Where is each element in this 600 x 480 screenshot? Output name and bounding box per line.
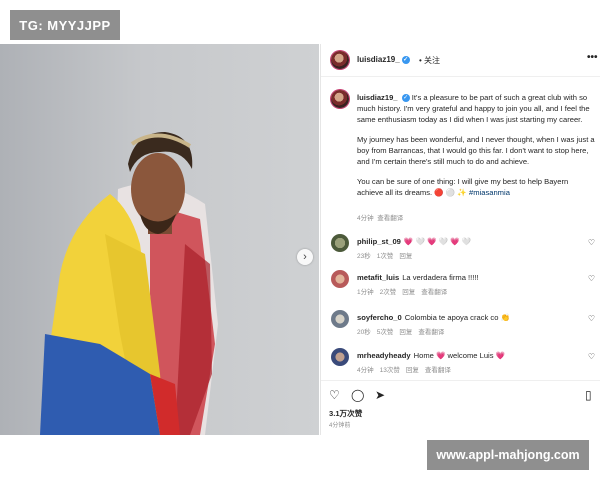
player-with-flag-image <box>40 132 218 435</box>
caption-username[interactable]: luisdiaz19_ <box>357 93 398 102</box>
next-image-button[interactable]: › <box>297 249 313 265</box>
post-caption: luisdiaz19_ ✓ It's a pleasure to be part… <box>357 93 595 197</box>
avatar[interactable] <box>331 51 349 69</box>
like-comment-heart-icon[interactable]: ♡ <box>588 274 595 283</box>
post-photo: › <box>0 44 319 435</box>
verified-icon: ✓ <box>401 94 410 102</box>
caption-emojis: 🔴 ⚪ ✨ <box>434 188 467 197</box>
share-icon[interactable]: ➤ <box>375 388 385 402</box>
follow-button[interactable]: • 关注 <box>419 55 440 66</box>
caption-avatar[interactable] <box>331 90 349 108</box>
like-comment-heart-icon[interactable]: ♡ <box>588 238 595 247</box>
post-sidebar: luisdiaz19_ ✓ • 关注 ••• luisdiaz19_ ✓ It's… <box>320 44 600 435</box>
watermark-top: TG: MYYJJPP <box>10 10 120 40</box>
like-comment-heart-icon[interactable]: ♡ <box>588 352 595 361</box>
likes-count[interactable]: 3.1万次赞 <box>329 408 362 419</box>
post-timestamp: 4分钟前 <box>329 423 351 429</box>
comment-item: philip_st_09 💗 🤍 💗 🤍 💗 🤍 23秒 1次赞 回复 ♡ <box>331 234 600 262</box>
heart-icon[interactable]: ♡ <box>329 388 340 402</box>
caption-meta: 4分钟 查看翻译 <box>357 215 404 222</box>
watermark-bottom: www.appl-mahjong.com <box>427 440 589 470</box>
comment-item: soyfercho_0 Colombia te apoya crack co 👏 … <box>331 310 600 338</box>
verified-icon: ✓ <box>401 55 410 64</box>
like-comment-heart-icon[interactable]: ♡ <box>588 314 595 323</box>
translate-link[interactable]: 查看翻译 <box>377 215 403 222</box>
comment-item: mrheadyheady Home 💗 welcome Luis 💗 4分钟 13次… <box>331 348 600 376</box>
comment-item: metafit_luis La verdadera firma !!!!! 1分钟… <box>331 270 600 298</box>
action-bar: ♡ ◯ ➤ ▯ <box>321 380 600 403</box>
avatar[interactable] <box>331 348 349 366</box>
avatar[interactable] <box>331 270 349 288</box>
hashtag-link[interactable]: #miasanmia <box>469 188 510 197</box>
bookmark-icon[interactable]: ▯ <box>585 388 592 402</box>
avatar[interactable] <box>331 234 349 252</box>
post-header: luisdiaz19_ ✓ • 关注 ••• <box>321 44 600 77</box>
avatar[interactable] <box>331 310 349 328</box>
instagram-post: › luisdiaz19_ ✓ • 关注 ••• luisdiaz19_ ✓ It… <box>0 44 600 435</box>
header-username[interactable]: luisdiaz19_ ✓ <box>357 55 410 64</box>
more-options-icon[interactable]: ••• <box>587 52 598 63</box>
comment-icon[interactable]: ◯ <box>351 388 364 402</box>
